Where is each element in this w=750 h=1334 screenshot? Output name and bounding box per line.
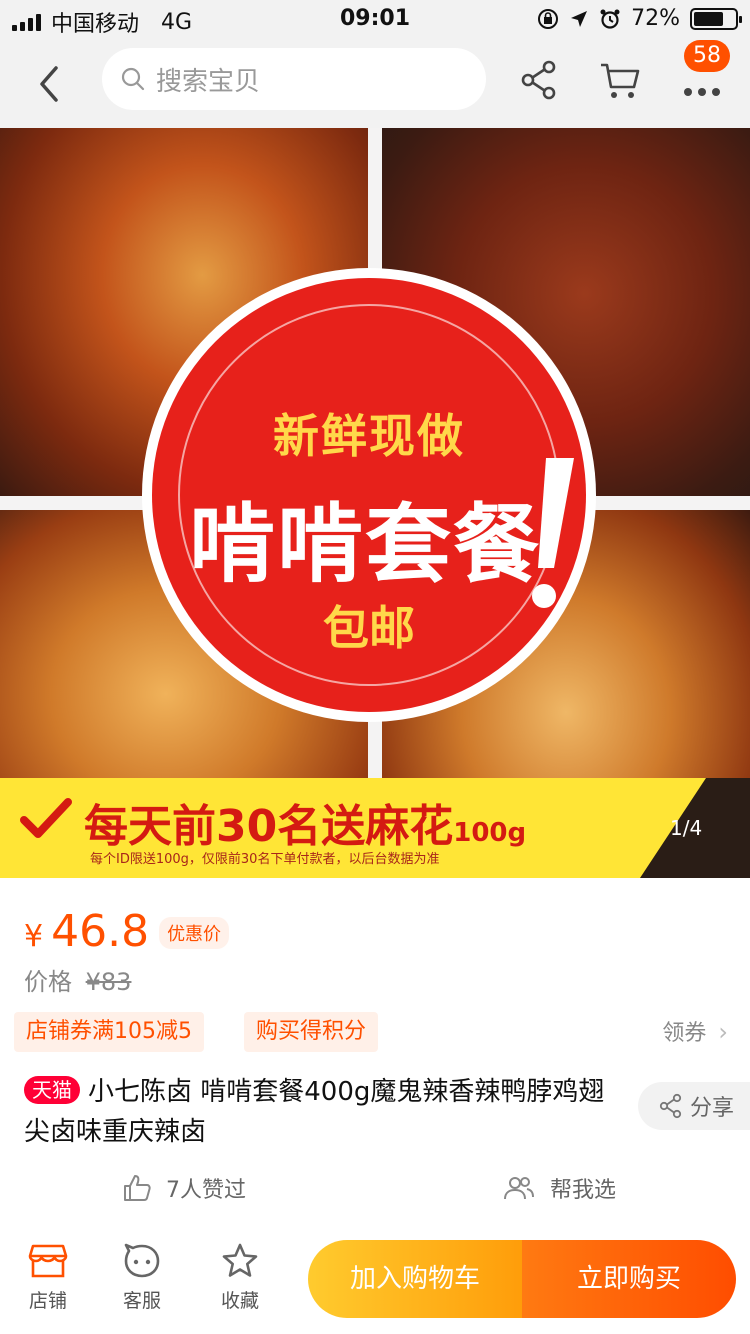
promo-title-text: 啃啃套餐: [189, 495, 541, 595]
buy-now-button[interactable]: 立即购买: [522, 1240, 736, 1318]
price-row: ¥ 46.8 优惠价: [24, 906, 230, 957]
help-choose-label: 帮我选: [550, 1178, 617, 1203]
product-title: 天猫 小七陈卤 啃啃套餐400g魔鬼辣香辣鸭脖鸡翅尖卤味重庆辣卤: [24, 1072, 624, 1152]
banner-main-text: 每天前30名送麻花100g: [84, 790, 526, 854]
banner-main-label: 每天前30名送麻花: [84, 801, 454, 852]
thumbs-up-icon: [124, 1175, 151, 1201]
service-icon: [124, 1243, 160, 1278]
bottom-action-bar: 店铺 客服 收藏 加入购物车 立即购买: [0, 1226, 750, 1334]
original-price-row: 价格 ¥83: [24, 962, 131, 997]
cart-icon[interactable]: [598, 58, 642, 102]
notification-badge: 58: [684, 40, 730, 72]
share-icon[interactable]: [518, 58, 562, 102]
tab-shop-label: 店铺: [28, 1290, 67, 1312]
star-icon: [222, 1243, 258, 1277]
tab-service-label: 客服: [122, 1290, 161, 1312]
coupon-points[interactable]: 购买得积分: [244, 1012, 379, 1052]
tab-favorite[interactable]: 收藏: [200, 1242, 280, 1313]
rotation-lock-icon: [538, 8, 559, 29]
promo-badge-inner: 新鲜现做 啃啃套餐 包邮: [152, 278, 586, 712]
product-title-text: 小七陈卤 啃啃套餐400g魔鬼辣香辣鸭脖鸡翅尖卤味重庆辣卤: [24, 1077, 605, 1147]
promo-banner: 每天前30名送麻花100g 每个ID限送100g，仅限前30名下单付款者，以后台…: [0, 778, 750, 878]
likes-button[interactable]: 7人赞过: [122, 1172, 246, 1204]
promo-shipping-text: 包邮: [323, 601, 415, 655]
location-icon: [571, 10, 588, 27]
tab-shop[interactable]: 店铺: [8, 1242, 88, 1313]
original-price-value: ¥83: [85, 968, 132, 996]
search-placeholder: 搜索宝贝: [156, 66, 261, 97]
share-icon: [659, 1093, 682, 1119]
chevron-right-icon: ›: [718, 1018, 728, 1046]
page-indicator: 1/4: [670, 816, 703, 840]
banner-sub-text: 每个ID限送100g，仅限前30名下单付款者，以后台数据为准: [90, 852, 440, 867]
status-right: 72%: [537, 6, 742, 31]
exclamation-icon: [532, 458, 574, 608]
battery-icon: [690, 7, 742, 30]
add-to-cart-button[interactable]: 加入购物车: [308, 1240, 522, 1318]
search-input[interactable]: 搜索宝贝: [102, 48, 486, 110]
get-coupon-button[interactable]: 领券 ›: [662, 1012, 728, 1054]
product-gallery[interactable]: 新鲜现做 啃啃套餐 包邮 每天前30名送麻花100g 每个ID限送100g，仅限…: [0, 128, 750, 878]
share-button[interactable]: 分享: [638, 1082, 750, 1130]
discount-tag: 优惠价: [159, 917, 230, 949]
back-icon[interactable]: [30, 60, 70, 108]
people-icon: [504, 1177, 534, 1200]
banner-main-weight: 100g: [453, 818, 527, 848]
coupon-store[interactable]: 店铺券满105减5: [14, 1012, 204, 1052]
share-label: 分享: [690, 1096, 735, 1121]
price-currency: ¥: [24, 919, 44, 954]
nav-bar: 搜索宝贝 58: [0, 40, 750, 128]
shop-icon: [28, 1244, 68, 1278]
tmall-tag: 天猫: [24, 1076, 80, 1104]
get-coupon-label: 领券: [662, 1021, 707, 1046]
tab-service[interactable]: 客服: [102, 1242, 182, 1313]
likes-label: 7人赞过: [166, 1178, 246, 1203]
more-icon[interactable]: [680, 70, 724, 114]
check-icon: [20, 798, 72, 838]
tab-favorite-label: 收藏: [220, 1290, 259, 1312]
alarm-icon: [600, 9, 620, 29]
original-price-label: 价格: [24, 968, 72, 996]
help-choose-button[interactable]: 帮我选: [502, 1172, 616, 1204]
battery-percent: 72%: [631, 6, 680, 31]
coupon-row: 店铺券满105减5 购买得积分 领券 ›: [14, 1012, 736, 1052]
search-icon: [121, 67, 145, 91]
promo-fresh-text: 新鲜现做: [273, 409, 465, 463]
status-bar: 中国移动 4G 09:01 72%: [0, 0, 750, 40]
price-amount: 46.8: [51, 906, 150, 957]
